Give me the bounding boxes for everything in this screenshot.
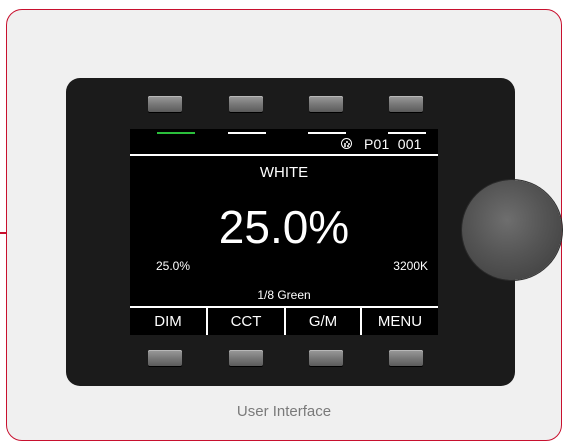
soft-key-menu[interactable]	[389, 350, 423, 366]
top-button-3[interactable]	[309, 96, 343, 112]
mode-title: WHITE	[259, 164, 309, 181]
status-readout: P01 001	[364, 137, 422, 152]
soft-key-cct[interactable]	[229, 350, 263, 366]
menu-item-cct[interactable]: CCT	[208, 308, 284, 335]
top-button-1[interactable]	[148, 96, 182, 112]
menu-item-gm[interactable]: G/M	[286, 308, 360, 335]
preset-number: P01	[364, 136, 390, 152]
dmx-connector-icon	[341, 138, 352, 149]
lcd-screen: P01 001 WHITE 25.0% 25.0% 3200K 1/8 Gree…	[130, 129, 438, 335]
figure-caption: User Interface	[236, 403, 332, 420]
header-divider	[130, 154, 438, 156]
tab-indicator-3	[308, 132, 346, 134]
tab-indicator-4	[388, 132, 426, 134]
top-button-4[interactable]	[389, 96, 423, 112]
control-knob[interactable]	[462, 180, 562, 280]
dimmer-value: 25.0%	[156, 259, 191, 273]
dmx-address: 001	[397, 136, 422, 152]
menu-item-menu[interactable]: MENU	[362, 308, 438, 335]
menu-item-dim[interactable]: DIM	[130, 308, 206, 335]
top-button-2[interactable]	[229, 96, 263, 112]
tab-indicator-2	[228, 132, 266, 134]
soft-key-dim[interactable]	[148, 350, 182, 366]
green-magenta-value: 1/8 Green	[257, 288, 311, 302]
cct-value: 3200K	[393, 259, 428, 273]
callout-leader-line	[0, 232, 7, 234]
intensity-readout: 25.0%	[218, 201, 350, 253]
tab-indicator-1	[157, 132, 195, 134]
soft-key-gm[interactable]	[309, 350, 343, 366]
